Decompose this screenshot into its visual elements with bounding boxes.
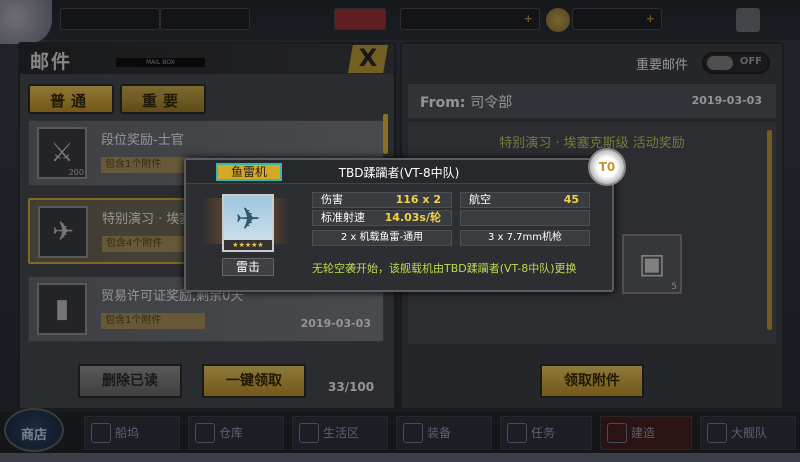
aircraft-tooltip: TBD蹂躏者(VT-8中队) 鱼雷机 T0 ✈ ★★★★★ 雷击 伤害 116 x…	[184, 148, 626, 292]
skill-description: 无轮空袭开始，该舰载机由TBD蹂躏者(VT-8中队)更换	[312, 262, 577, 275]
aircraft-category-tag: 鱼雷机	[216, 163, 282, 181]
stat-value: 14.03s/轮	[384, 211, 441, 224]
tooltip-header: TBD蹂躏者(VT-8中队) 鱼雷机	[186, 160, 612, 184]
rank-badge: T0	[588, 148, 626, 186]
stat-empty	[460, 210, 590, 226]
stat-value: 45	[563, 193, 579, 206]
stat-aviation: 航空 45	[460, 192, 590, 208]
stat-firerate: 标准射速 14.03s/轮	[312, 210, 452, 226]
stat-label: 标准射速	[321, 211, 365, 224]
weapon-gun: 3 x 7.7mm机枪	[460, 230, 590, 246]
stat-value: 116 x 2	[395, 193, 441, 206]
aircraft-card: ✈ ★★★★★	[222, 194, 274, 252]
weapon-torpedo: 2 x 机载鱼雷-通用	[312, 230, 452, 246]
stat-label: 伤害	[321, 193, 343, 206]
plane-icon: ✈	[235, 202, 261, 237]
aircraft-type: 雷击	[222, 258, 274, 276]
stat-label: 航空	[469, 193, 491, 206]
stat-damage: 伤害 116 x 2	[312, 192, 452, 208]
rarity-stars: ★★★★★	[224, 240, 272, 250]
